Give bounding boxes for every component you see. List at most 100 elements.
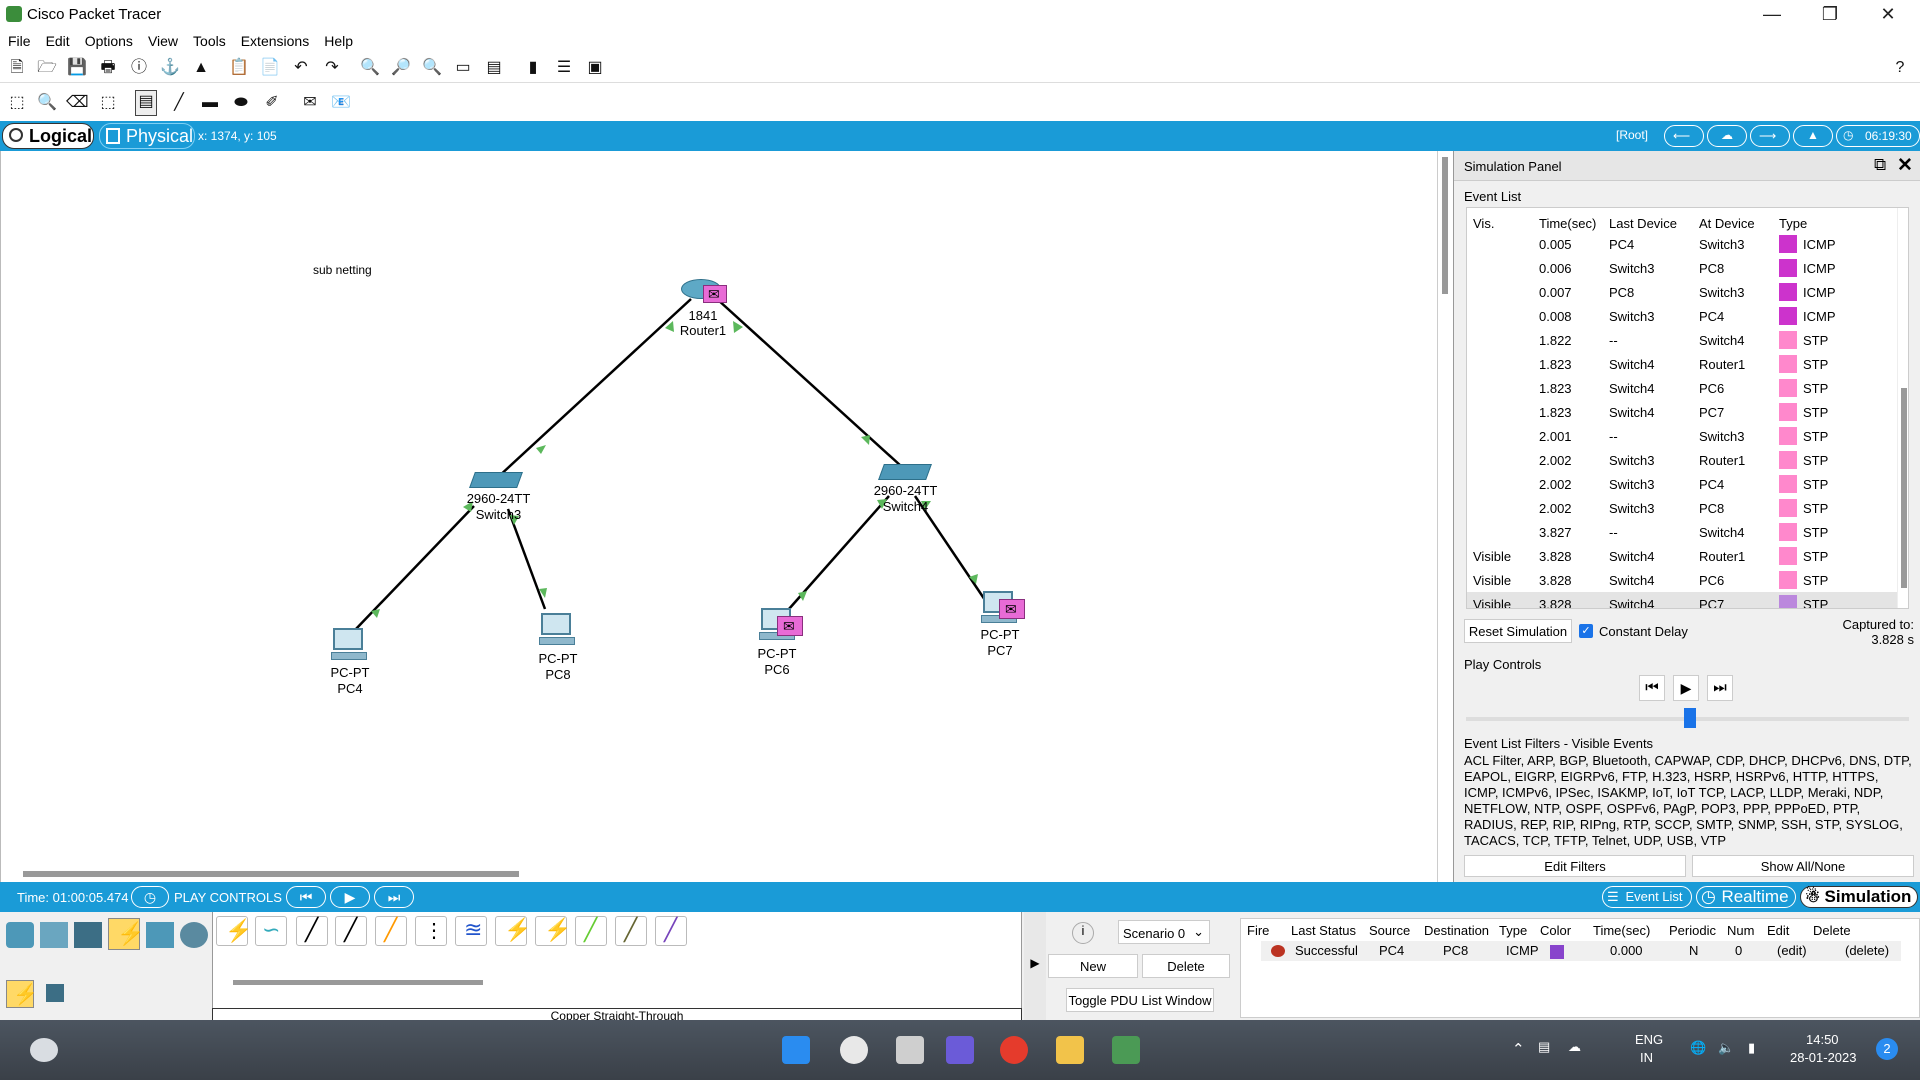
console-cable-icon[interactable]: ∽ [255, 916, 287, 946]
resize-shape-icon[interactable]: ⬚ [97, 92, 119, 114]
search-icon[interactable] [840, 1036, 868, 1064]
custom-device-icon[interactable]: ▤ [483, 57, 505, 79]
draw-ellipse-icon[interactable]: ⬬ [230, 92, 252, 114]
event-row[interactable]: 2.002 Switch3 PC4 STP [1467, 472, 1897, 496]
viewport-clock[interactable]: ◷ 06:19:30 [1836, 125, 1920, 147]
menu-extensions[interactable]: Extensions [233, 30, 316, 49]
menu-file[interactable]: File [0, 30, 38, 49]
reset-simulation-button[interactable]: Reset Simulation [1464, 619, 1572, 643]
power-cycle-button[interactable]: ◷ [131, 886, 169, 908]
notification-icon[interactable]: ▤ [1538, 1039, 1550, 1055]
task-view-icon[interactable] [896, 1036, 924, 1064]
new-cluster-button[interactable]: ☁ [1707, 125, 1747, 147]
fiber-cable-icon[interactable]: ╱ [375, 916, 407, 946]
serial-dte-cable-icon[interactable]: ⚡ [535, 916, 571, 946]
undo-icon[interactable]: ↶ [290, 57, 312, 79]
logical-workspace[interactable]: sub netting ✉ 1841 Router1 2960-24TT Swi… [0, 151, 1435, 882]
canvas-vertical-scrollbar[interactable] [1437, 151, 1453, 882]
event-row[interactable]: 3.827 -- Switch4 STP [1467, 520, 1897, 544]
canvas-horizontal-scrollbar[interactable] [23, 871, 519, 877]
chevron-up-icon[interactable]: ⌃ [1512, 1040, 1525, 1058]
screenshot-icon[interactable]: ▣ [584, 57, 606, 79]
constant-delay-checkbox[interactable]: ✓ [1579, 624, 1593, 638]
complex-pdu-icon[interactable]: 📧 [330, 92, 352, 114]
teams-icon[interactable] [946, 1036, 974, 1064]
drawing-palette-icon[interactable]: ▭ [452, 57, 474, 79]
multiuser-icon[interactable] [180, 922, 208, 948]
pc6-device[interactable]: ✉ [759, 608, 807, 642]
menu-tools[interactable]: Tools [185, 30, 233, 49]
activity-wizard-icon[interactable]: ▲ [190, 57, 212, 79]
canvas-note[interactable]: sub netting [313, 262, 372, 278]
edit-filters-button[interactable]: Edit Filters [1464, 855, 1686, 877]
menu-edit[interactable]: Edit [38, 30, 77, 49]
restore-panel-icon[interactable]: ⧉ [1874, 155, 1886, 175]
start-icon[interactable] [782, 1036, 810, 1064]
event-row[interactable]: Visible 3.828 Switch4 PC7 STP [1467, 592, 1897, 608]
menu-view[interactable]: View [140, 30, 185, 49]
router1-device[interactable]: ✉ [681, 275, 727, 303]
save-icon[interactable]: 💾 [66, 57, 88, 79]
pc8-device[interactable] [539, 613, 577, 647]
new-file-icon[interactable]: 🗎 [6, 57, 28, 79]
event-row[interactable]: 1.823 Switch4 PC7 STP [1467, 400, 1897, 424]
misc-icon[interactable] [146, 922, 174, 948]
pc7-device[interactable]: ✉ [981, 591, 1029, 625]
back-button[interactable]: ⏮ [1639, 675, 1665, 701]
scroll-thumb[interactable] [1442, 157, 1448, 294]
network-icon[interactable]: ☁ [1568, 1039, 1581, 1055]
delete-icon[interactable]: ⌫ [66, 92, 89, 114]
note-icon[interactable]: ▤ [135, 90, 157, 116]
close-panel-icon[interactable]: ✕ [1897, 154, 1913, 177]
automatic-cable-icon[interactable]: ⚡ [216, 916, 252, 946]
taskbar-time[interactable]: 14:50 [1806, 1032, 1839, 1047]
move-object-button[interactable]: ⟶ [1750, 125, 1790, 147]
event-row[interactable]: 2.002 Switch3 PC8 STP [1467, 496, 1897, 520]
redo-icon[interactable]: ↷ [321, 57, 343, 79]
event-list-scrollbar[interactable] [1897, 208, 1908, 608]
draw-rectangle-icon[interactable]: ▬ [199, 92, 221, 114]
paste-icon[interactable]: 📄 [259, 57, 281, 79]
simulation-button[interactable]: ☃ Simulation [1800, 886, 1918, 908]
close-button[interactable]: ✕ [1859, 0, 1917, 30]
select-icon[interactable]: ⬚ [6, 92, 28, 114]
info-icon[interactable]: i [1072, 922, 1094, 944]
collapse-arrow-icon[interactable]: ▶ [1024, 912, 1046, 1020]
help-icon[interactable]: ? [1889, 57, 1911, 79]
event-list-table[interactable]: Vis. Time(sec) Last Device At Device Typ… [1466, 207, 1909, 609]
language-line1[interactable]: ENG [1635, 1032, 1663, 1047]
network-devices-icon[interactable] [6, 922, 34, 948]
play-speed-thumb[interactable] [1684, 708, 1696, 728]
realtime-button[interactable]: ◷ Realtime [1696, 886, 1796, 908]
print-icon[interactable]: 🖶 [97, 57, 119, 79]
bottom-forward-button[interactable]: ⏭ [374, 886, 414, 908]
view-icon[interactable]: ▮ [522, 57, 544, 79]
copy-icon[interactable]: 📋 [228, 57, 250, 79]
cable-palette-scrollbar[interactable] [233, 980, 483, 985]
pdu-delete-link[interactable]: (delete) [1845, 943, 1889, 958]
forward-button[interactable]: ⏭ [1707, 675, 1733, 701]
bottom-play-button[interactable]: ▶ [330, 886, 370, 908]
octal-cable-icon[interactable]: ╱ [575, 916, 607, 946]
weather-icon[interactable] [30, 1038, 58, 1062]
volume-icon[interactable]: 🔈 [1718, 1040, 1734, 1056]
zoom-reset-icon[interactable]: 🔎 [390, 57, 412, 79]
battery-icon[interactable]: ▮ [1748, 1040, 1755, 1056]
freeform-icon[interactable]: ✐ [261, 92, 283, 114]
event-row[interactable]: Visible 3.828 Switch4 Router1 STP [1467, 544, 1897, 568]
minimize-button[interactable]: — [1743, 0, 1801, 30]
notification-badge[interactable]: 2 [1876, 1038, 1898, 1060]
server-icon[interactable]: ☰ [553, 57, 575, 79]
scenario-select[interactable]: Scenario 0 ⌄ [1118, 920, 1210, 944]
info-icon[interactable]: ⓘ [128, 57, 150, 79]
file-explorer-icon[interactable] [1056, 1036, 1084, 1064]
draw-line-icon[interactable]: ╱ [168, 92, 190, 114]
pc4-device[interactable] [331, 628, 369, 662]
menu-help[interactable]: Help [316, 30, 360, 49]
event-row[interactable]: 0.008 Switch3 PC4 ICMP [1467, 304, 1897, 328]
toggle-pdu-list-button[interactable]: Toggle PDU List Window [1066, 988, 1214, 1012]
network-info-icon[interactable]: ⚓ [159, 57, 181, 79]
taskbar-date[interactable]: 28-01-2023 [1790, 1050, 1857, 1065]
zoom-in-icon[interactable]: 🔍 [359, 57, 381, 79]
scroll-thumb[interactable] [1901, 388, 1907, 588]
